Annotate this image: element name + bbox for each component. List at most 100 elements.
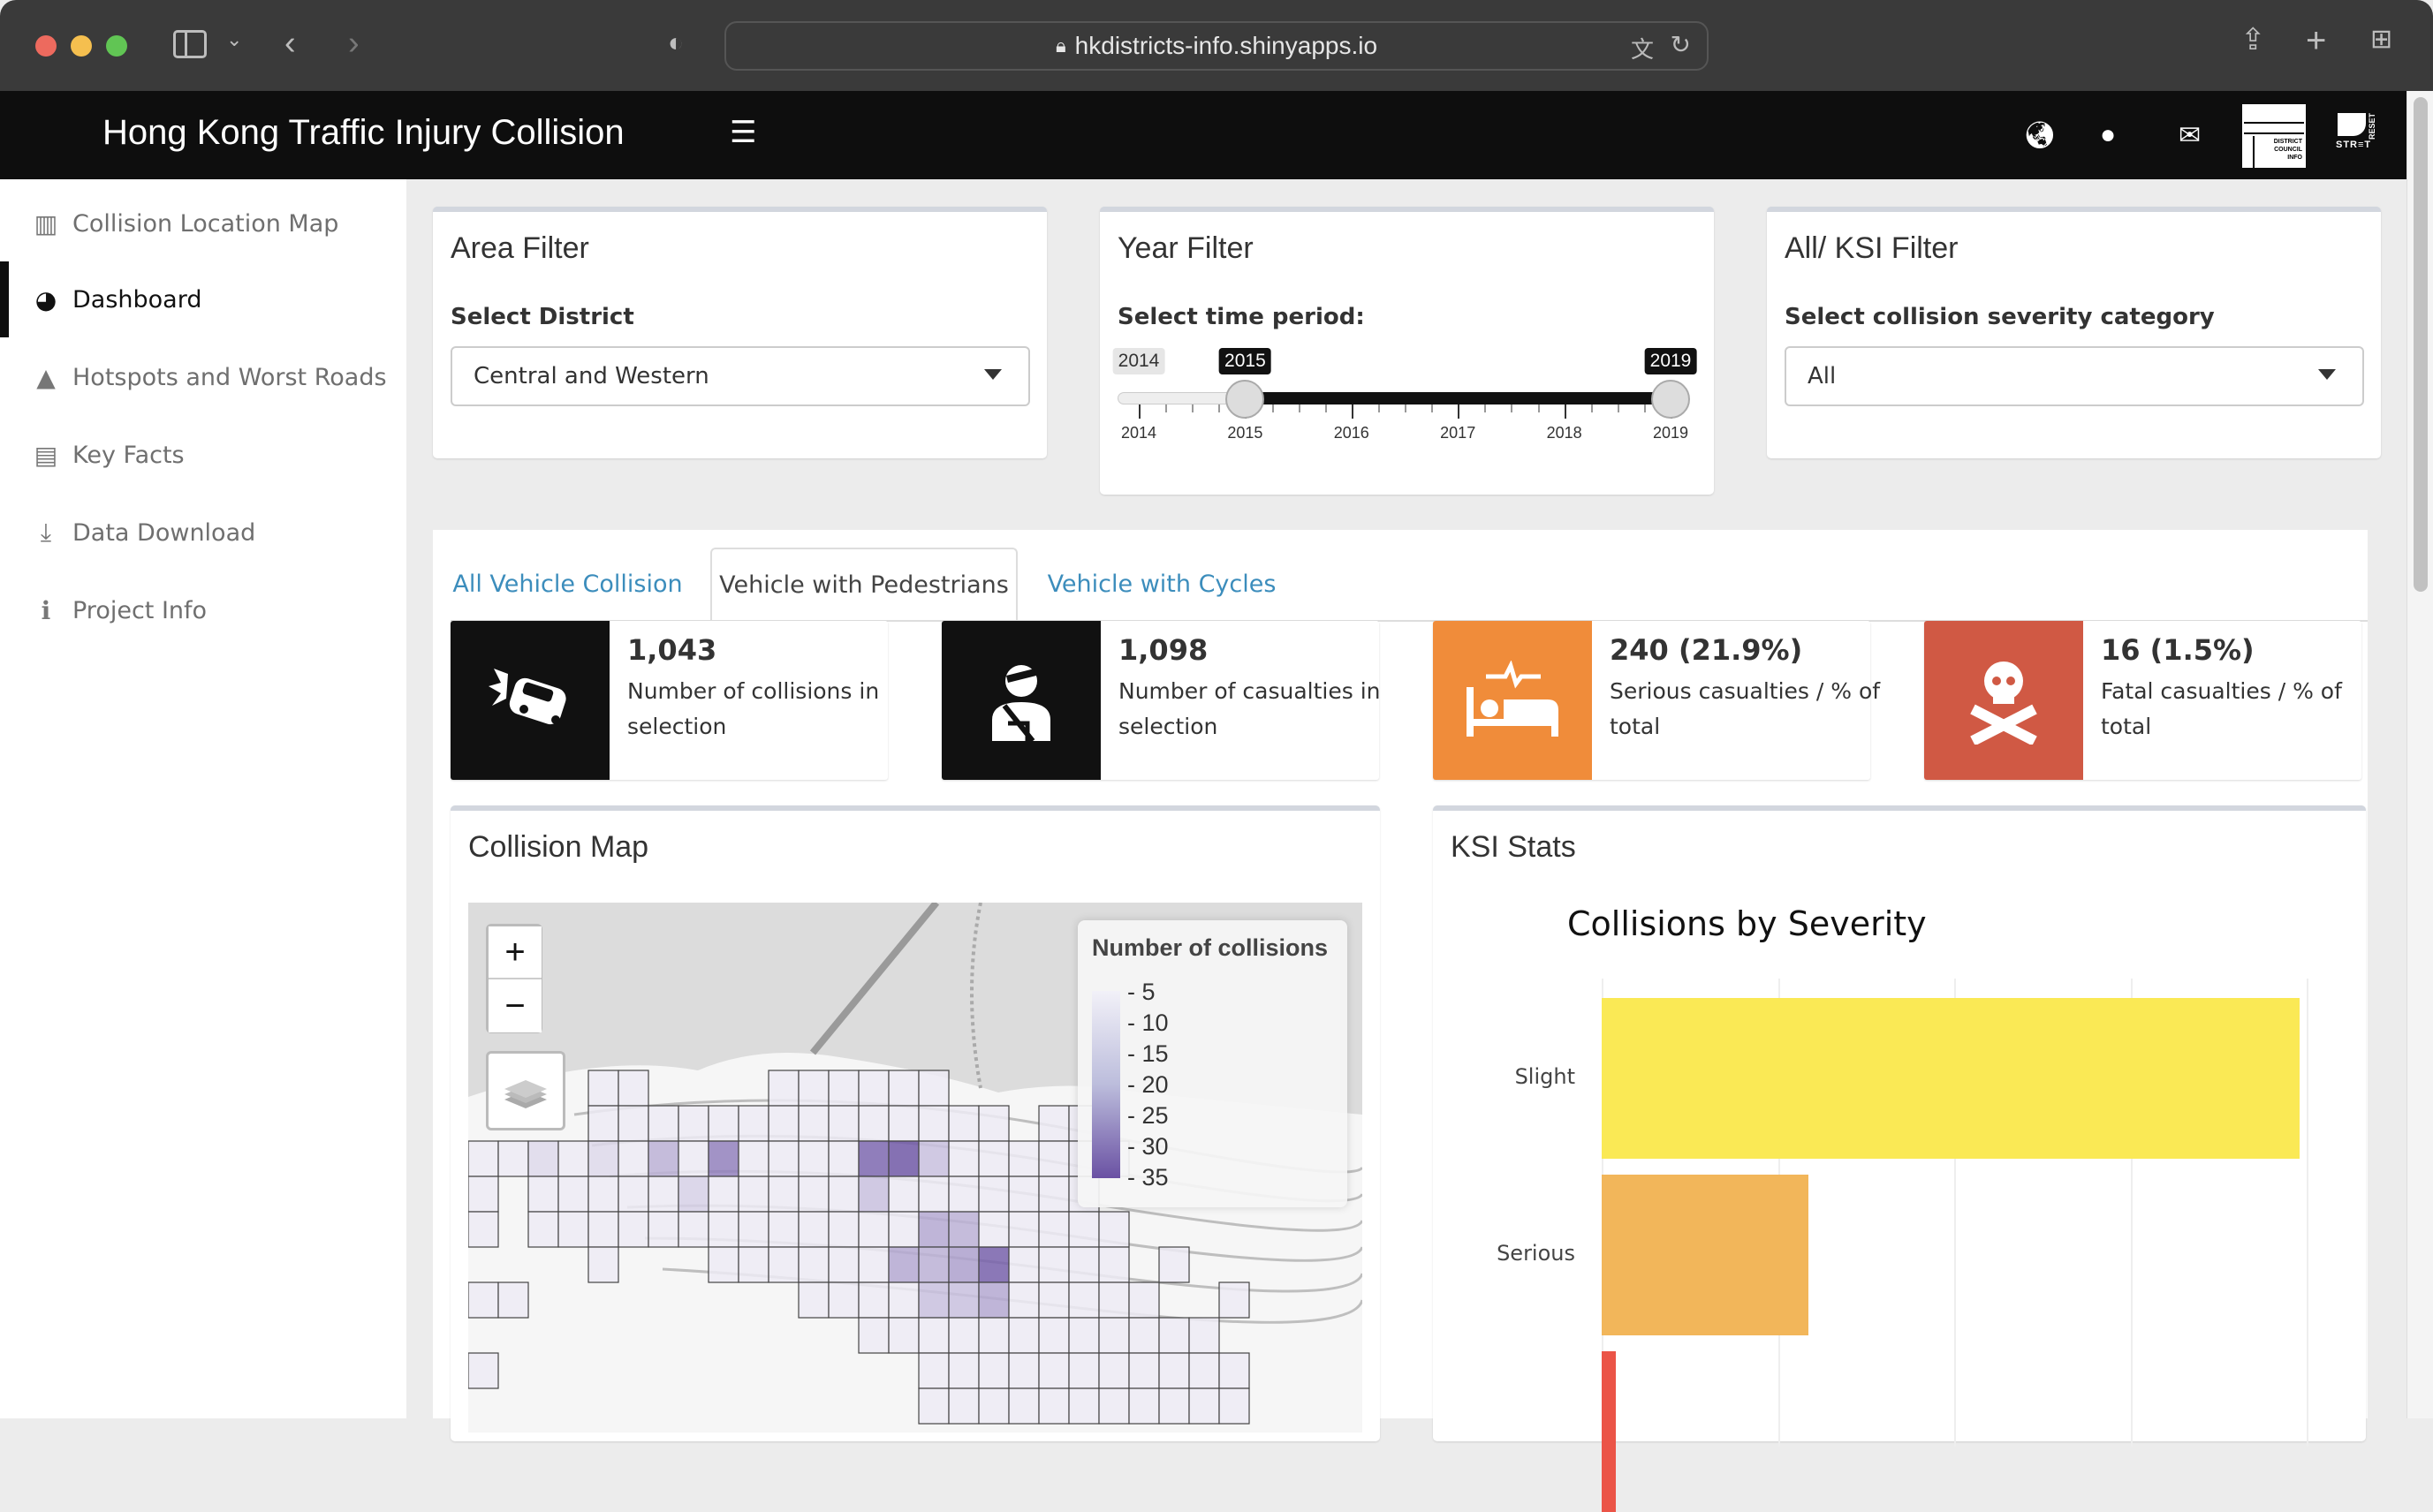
map-grid-cell[interactable] — [738, 1105, 769, 1142]
map-grid-cell[interactable] — [888, 1140, 920, 1177]
map-grid-cell[interactable] — [468, 1281, 499, 1319]
map-grid-cell[interactable] — [587, 1070, 619, 1107]
map-grid-cell[interactable] — [1188, 1317, 1220, 1354]
map-grid-cell[interactable] — [768, 1211, 800, 1248]
map-grid-cell[interactable] — [948, 1176, 980, 1213]
map-grid-cell[interactable] — [1218, 1352, 1250, 1389]
map-grid-cell[interactable] — [648, 1176, 679, 1213]
map-grid-cell[interactable] — [708, 1246, 739, 1283]
map-grid-cell[interactable] — [828, 1176, 860, 1213]
map-grid-cell[interactable] — [1008, 1176, 1040, 1213]
address-bar[interactable]: 🔒︎ hkdistricts-info.shinyapps.io 文 ↻ — [724, 21, 1709, 71]
zoom-window-button[interactable] — [106, 35, 127, 57]
map-grid-cell[interactable] — [708, 1140, 739, 1177]
layers-button[interactable] — [486, 1051, 565, 1130]
map-grid-cell[interactable] — [1038, 1140, 1070, 1177]
map-grid-cell[interactable] — [888, 1246, 920, 1283]
map-grid-cell[interactable] — [738, 1140, 769, 1177]
map-grid-cell[interactable] — [888, 1070, 920, 1107]
map-grid-cell[interactable] — [678, 1211, 709, 1248]
map-grid-cell[interactable] — [738, 1211, 769, 1248]
map-grid-cell[interactable] — [798, 1070, 830, 1107]
map-grid-cell[interactable] — [618, 1105, 649, 1142]
slider-from-handle[interactable] — [1225, 380, 1265, 419]
share-icon[interactable]: ⇪ — [2240, 25, 2266, 55]
map-grid-cell[interactable] — [918, 1176, 950, 1213]
map-grid-cell[interactable] — [1158, 1352, 1190, 1389]
map-grid-cell[interactable] — [828, 1070, 860, 1107]
bar-slight[interactable] — [1602, 998, 2300, 1159]
map-grid-cell[interactable] — [828, 1281, 860, 1319]
map-grid-cell[interactable] — [978, 1105, 1010, 1142]
chevron-down-icon[interactable]: ⌄ — [226, 30, 242, 49]
close-window-button[interactable] — [35, 35, 57, 57]
map-grid-cell[interactable] — [468, 1211, 499, 1248]
reload-icon[interactable]: ↻ — [1671, 30, 1691, 59]
map-grid-cell[interactable] — [468, 1352, 499, 1389]
map-grid-cell[interactable] — [768, 1246, 800, 1283]
map-grid-cell[interactable] — [888, 1176, 920, 1213]
map-grid-cell[interactable] — [1038, 1246, 1070, 1283]
map-grid-cell[interactable] — [587, 1211, 619, 1248]
sidebar-item-collision-location-map[interactable]: ▥ Collision Location Map — [0, 185, 406, 261]
map-grid-cell[interactable] — [918, 1317, 950, 1354]
map-grid-cell[interactable] — [1098, 1281, 1130, 1319]
map-grid-cell[interactable] — [1038, 1352, 1070, 1389]
map-grid-cell[interactable] — [1098, 1352, 1130, 1389]
map-grid-cell[interactable] — [1158, 1387, 1190, 1425]
map-grid-cell[interactable] — [678, 1105, 709, 1142]
map-grid-cell[interactable] — [858, 1317, 890, 1354]
map-grid-cell[interactable] — [1008, 1140, 1040, 1177]
map-grid-cell[interactable] — [948, 1105, 980, 1142]
sidebar-item-project-info[interactable]: i Project Info — [0, 572, 406, 648]
map-grid-cell[interactable] — [1068, 1211, 1100, 1248]
map-grid-cell[interactable] — [828, 1105, 860, 1142]
map-grid-cell[interactable] — [1128, 1281, 1160, 1319]
map-grid-cell[interactable] — [1098, 1317, 1130, 1354]
map-grid-cell[interactable] — [918, 1281, 950, 1319]
map-grid-cell[interactable] — [858, 1070, 890, 1107]
year-range-slider[interactable]: 2014 2015 2016 2017 2018 2019 2014 2015 2019 — [1100, 212, 1714, 495]
map-grid-cell[interactable] — [858, 1176, 890, 1213]
map-grid-cell[interactable] — [768, 1140, 800, 1177]
map-grid-cell[interactable] — [948, 1281, 980, 1319]
slider-to-handle[interactable] — [1651, 380, 1690, 419]
map-grid-cell[interactable] — [1008, 1387, 1040, 1425]
map-grid-cell[interactable] — [1188, 1387, 1220, 1425]
map-grid-cell[interactable] — [828, 1211, 860, 1248]
map-grid-cell[interactable] — [1098, 1387, 1130, 1425]
tab-all-vehicle-collision[interactable]: All Vehicle Collision — [451, 548, 685, 620]
bar-serious[interactable] — [1602, 1175, 1809, 1335]
map-grid-cell[interactable] — [918, 1387, 950, 1425]
map-grid-cell[interactable] — [1158, 1246, 1190, 1283]
shield-icon[interactable]: ◐ — [668, 30, 684, 57]
map-grid-cell[interactable] — [1068, 1352, 1100, 1389]
map-grid-cell[interactable] — [587, 1246, 619, 1283]
map-grid-cell[interactable] — [527, 1211, 559, 1248]
map-grid-cell[interactable] — [1068, 1317, 1100, 1354]
globe-icon[interactable]: 🌏︎ — [2023, 120, 2057, 151]
map-grid-cell[interactable] — [798, 1140, 830, 1177]
bar-fatal[interactable] — [1602, 1351, 1616, 1512]
map-grid-cell[interactable] — [648, 1105, 679, 1142]
map-grid-cell[interactable] — [978, 1211, 1010, 1248]
map-grid-cell[interactable] — [1218, 1281, 1250, 1319]
sidebar-item-hotspots-and-worst-roads[interactable]: ▲ Hotspots and Worst Roads — [0, 339, 406, 415]
map-grid-cell[interactable] — [1068, 1281, 1100, 1319]
map-grid-cell[interactable] — [1128, 1387, 1160, 1425]
github-icon[interactable]: ● — [2100, 120, 2116, 150]
map-grid-cell[interactable] — [678, 1140, 709, 1177]
map-grid-cell[interactable] — [978, 1140, 1010, 1177]
map-grid-cell[interactable] — [948, 1387, 980, 1425]
map-grid-cell[interactable] — [978, 1176, 1010, 1213]
map-grid-cell[interactable] — [888, 1281, 920, 1319]
collision-map[interactable]: + − Number of collisions - 5 - 10 - 15 - 20… — [468, 903, 1362, 1433]
map-grid-cell[interactable] — [708, 1211, 739, 1248]
map-grid-cell[interactable] — [1038, 1176, 1070, 1213]
map-grid-cell[interactable] — [858, 1105, 890, 1142]
map-grid-cell[interactable] — [948, 1352, 980, 1389]
map-grid-cell[interactable] — [1038, 1105, 1070, 1142]
map-grid-cell[interactable] — [798, 1105, 830, 1142]
translate-icon[interactable]: 文 — [1631, 32, 1654, 64]
map-grid-cell[interactable] — [1098, 1211, 1130, 1248]
